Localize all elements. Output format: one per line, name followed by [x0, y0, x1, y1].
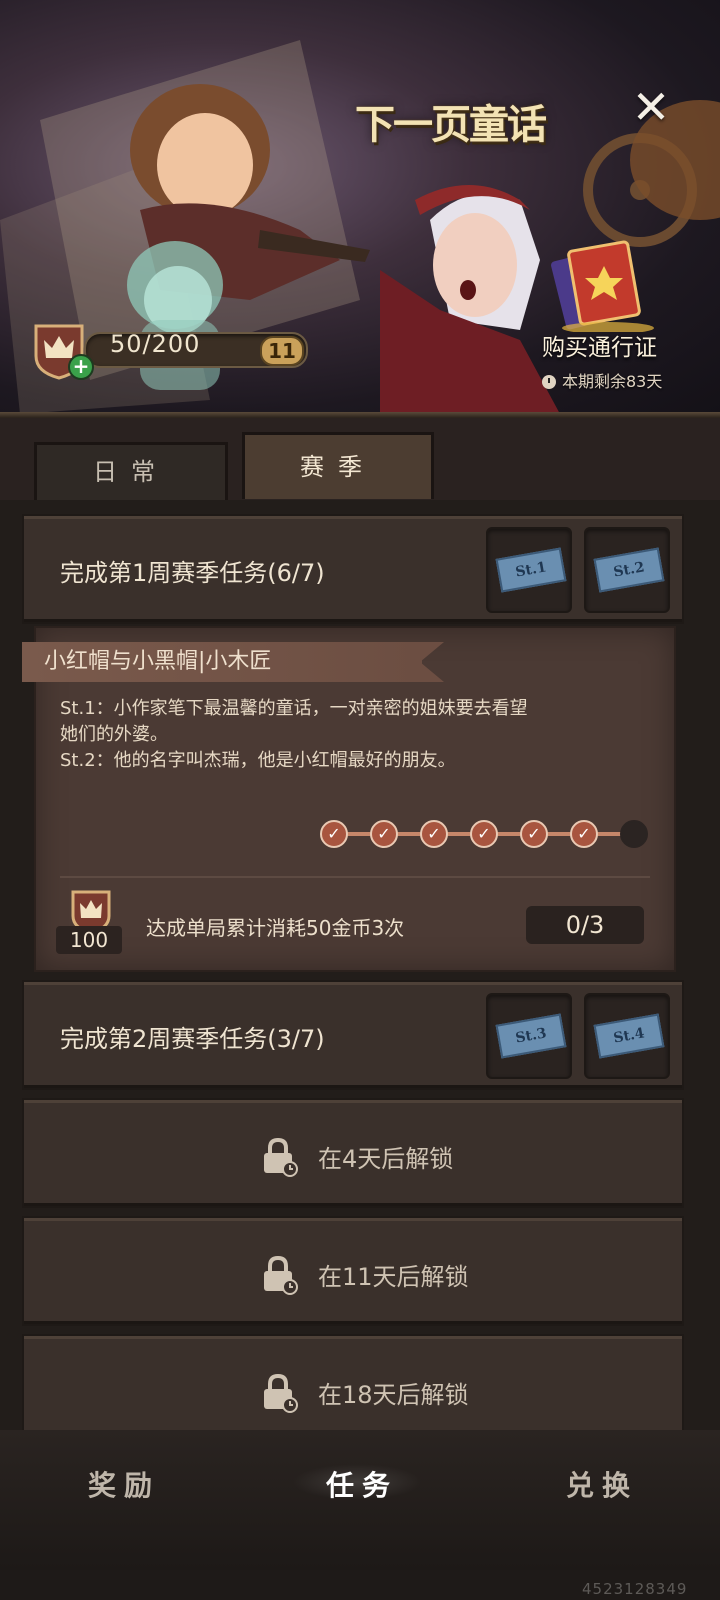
detail-divider	[60, 876, 650, 878]
ribbon-tail	[420, 642, 444, 682]
story-line-1b: 她们的外婆。	[60, 724, 168, 745]
check-icon: ✓	[320, 820, 348, 848]
nav-rewards[interactable]: 奖励	[88, 1464, 160, 1504]
unlock-text: 在18天后解锁	[318, 1381, 469, 1409]
remaining-days-text: 本期剩余83天	[562, 372, 663, 391]
reward-slot-st3[interactable]: St.3	[486, 993, 572, 1079]
check-icon: ✓	[470, 820, 498, 848]
nav-tasks[interactable]: 任务	[326, 1464, 398, 1504]
plus-icon[interactable]: +	[68, 354, 94, 380]
reward-slot-st4[interactable]: St.4	[584, 993, 670, 1079]
ticket-st4-icon: St.4	[593, 1013, 665, 1059]
xp-text: 50/200	[110, 330, 201, 358]
watermark-id: 4523128349	[582, 1580, 688, 1598]
lock-icon	[260, 1137, 300, 1181]
remaining-days: 本期剩余83天	[542, 368, 662, 392]
story-title: 小红帽与小黑帽|小木匠	[22, 642, 422, 682]
tab-bar: 日常 赛季	[0, 418, 720, 503]
unlock-text: 在11天后解锁	[318, 1263, 469, 1291]
pass-ticket-icon[interactable]	[548, 240, 658, 332]
check-icon: ✓	[370, 820, 398, 848]
nav-exchange[interactable]: 兑换	[566, 1464, 638, 1504]
check-icon: ✓	[520, 820, 548, 848]
week-1-detail-card: 小红帽与小黑帽|小木匠 St.1：小作家笔下最温馨的童话，一对亲密的姐妹要去看望…	[22, 626, 676, 972]
task-description: 达成单局累计消耗50金币3次	[146, 916, 405, 940]
week-1-title: 完成第1周赛季任务(6/7)	[60, 559, 325, 587]
ticket-st3-icon: St.3	[495, 1013, 567, 1059]
week-2-title: 完成第2周赛季任务(3/7)	[60, 1025, 325, 1053]
season-banner: 下一页童话 ✕ 50/200 11 + 购买通行证 本期剩余83天	[0, 0, 720, 414]
bottom-nav: 奖励 任务 兑换	[0, 1430, 720, 1570]
event-title: 下一页童话	[355, 101, 547, 148]
story-line-2: St.2：他的名字叫杰瑞，他是小红帽最好的朋友。	[60, 750, 456, 771]
close-icon[interactable]: ✕	[626, 82, 676, 132]
reward-amount: 100	[56, 926, 122, 954]
task-progress-count: 0/3	[526, 906, 644, 944]
task-list[interactable]: 完成第1周赛季任务(6/7) St.1 St.2 小红帽与小黑帽|小木匠 St.…	[0, 500, 720, 1430]
lock-icon	[260, 1373, 300, 1417]
lock-icon	[260, 1255, 300, 1299]
check-icon: ✓	[570, 820, 598, 848]
week-2-row[interactable]: 完成第2周赛季任务(3/7) St.3 St.4	[24, 982, 682, 1088]
tab-season[interactable]: 赛季	[242, 432, 434, 499]
story-description: St.1：小作家笔下最温馨的童话，一对亲密的姐妹要去看望 她们的外婆。 St.2…	[60, 696, 660, 774]
week-1-row[interactable]: 完成第1周赛季任务(6/7) St.1 St.2	[24, 516, 682, 622]
unlock-text: 在4天后解锁	[318, 1145, 454, 1173]
buy-pass-button[interactable]: 购买通行证	[542, 328, 657, 362]
level-badge: 11	[260, 336, 304, 366]
locked-week-3[interactable]: 在4天后解锁	[24, 1100, 682, 1206]
story-line-1a: St.1：小作家笔下最温馨的童话，一对亲密的姐妹要去看望	[60, 698, 528, 719]
ticket-st1-icon: St.1	[495, 547, 567, 593]
locked-week-5[interactable]: 在18天后解锁	[24, 1336, 682, 1430]
check-icon: ✓	[420, 820, 448, 848]
clock-icon	[542, 375, 556, 389]
progress-dot-empty	[620, 820, 648, 848]
reward-slot-st1[interactable]: St.1	[486, 527, 572, 613]
reward-slot-st2[interactable]: St.2	[584, 527, 670, 613]
locked-week-4[interactable]: 在11天后解锁	[24, 1218, 682, 1324]
tab-daily[interactable]: 日常	[34, 442, 228, 503]
ticket-st2-icon: St.2	[593, 547, 665, 593]
